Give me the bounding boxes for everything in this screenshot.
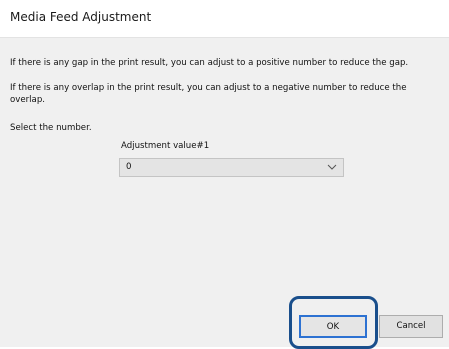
dialog-title: Media Feed Adjustment	[10, 10, 152, 24]
chevron-down-icon	[327, 164, 337, 170]
ok-button[interactable]: OK	[299, 315, 367, 338]
adjustment-selected-value: 0	[126, 162, 132, 172]
gap-message: If there is any gap in the print result,…	[10, 58, 409, 68]
adjustment-value-select[interactable]: 0	[119, 158, 344, 177]
media-feed-adjustment-dialog: Media Feed Adjustment If there is any ga…	[0, 0, 449, 349]
instruction-text: Select the number.	[10, 123, 92, 133]
cancel-button[interactable]: Cancel	[379, 315, 443, 338]
adjustment-value-label: Adjustment value#1	[121, 141, 210, 151]
title-bar: Media Feed Adjustment	[0, 0, 449, 38]
overlap-message: If there is any overlap in the print res…	[10, 83, 407, 105]
